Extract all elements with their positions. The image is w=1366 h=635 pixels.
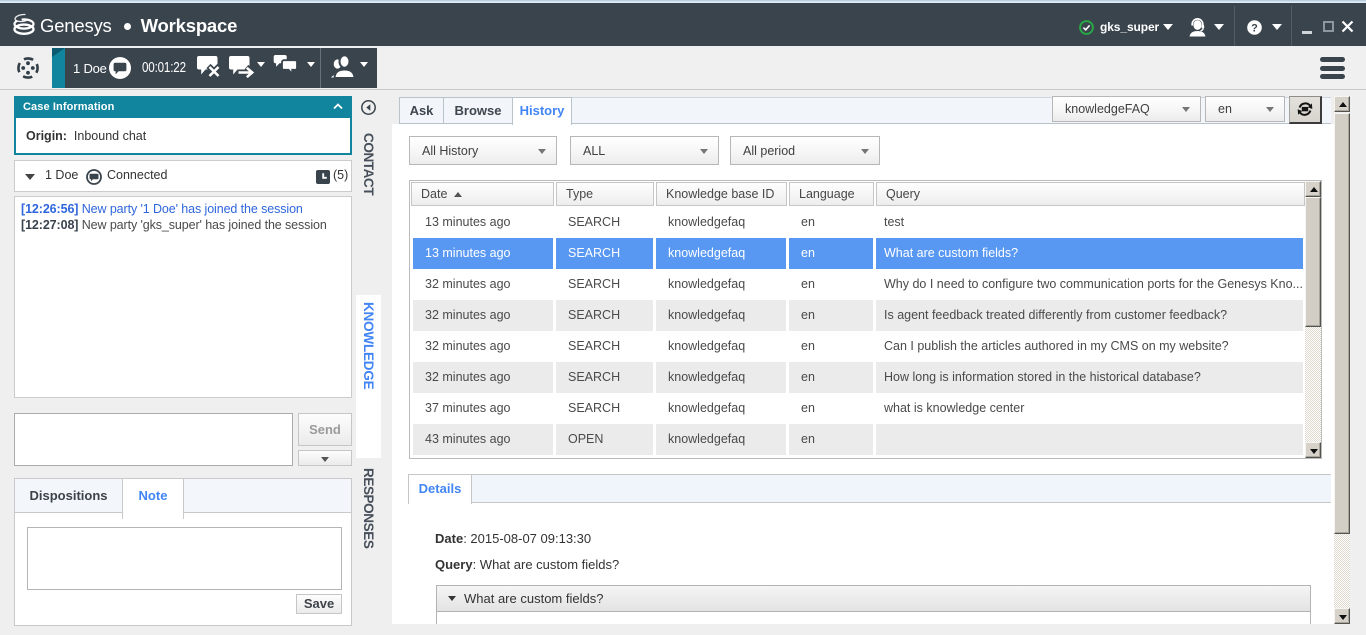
svg-text:?: ? xyxy=(1251,22,1258,34)
